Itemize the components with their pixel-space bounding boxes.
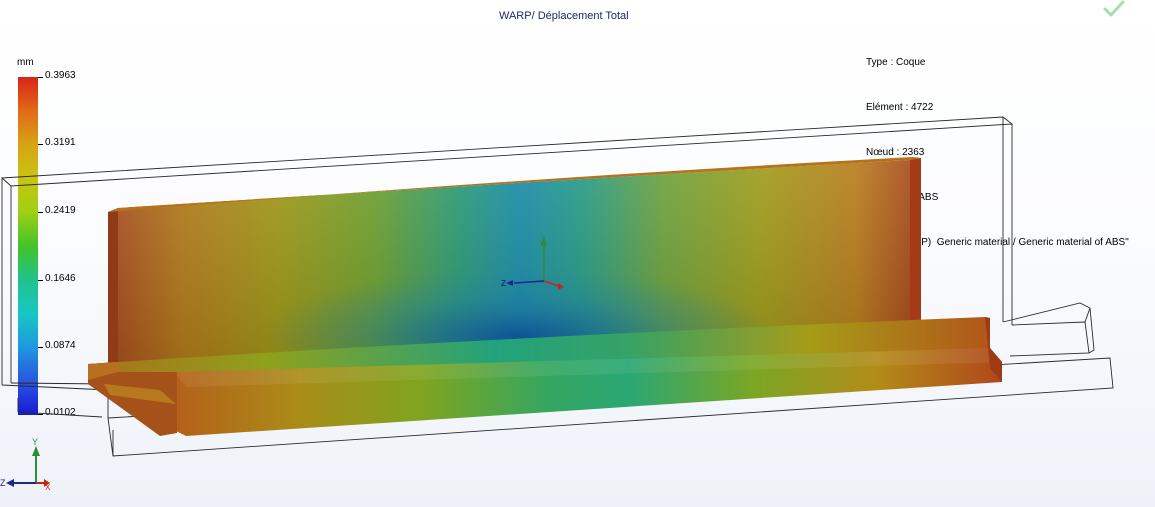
- corner-triad-y-label: Y: [32, 437, 38, 447]
- wall-side-face: [108, 208, 118, 372]
- corner-triad-z-label: Z: [0, 478, 6, 488]
- model-viewport[interactable]: Y Z Y Z X: [0, 0, 1155, 507]
- corner-triad: Y Z X: [0, 437, 51, 492]
- center-triad-z-label: Z: [501, 279, 506, 288]
- corner-triad-x-label: X: [45, 483, 51, 492]
- center-triad-y-label: Y: [539, 240, 544, 247]
- wall-right-face: [910, 158, 921, 322]
